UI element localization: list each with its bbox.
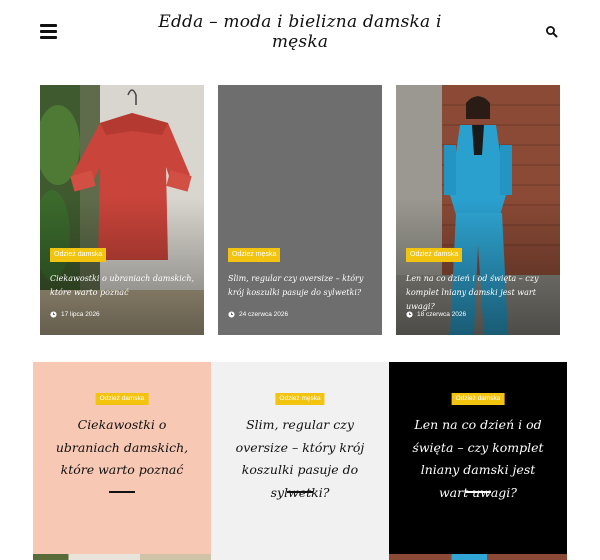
category-tag[interactable]: Odzież męska <box>275 393 325 405</box>
post-panel[interactable]: Odzież damska Ciekawostki o ubraniach da… <box>33 362 211 560</box>
post-panel[interactable]: Odzież damska Len na co dzień i od święt… <box>389 362 567 560</box>
card-date: 17 lipca 2026 <box>50 311 100 318</box>
date-text: 17 lipca 2026 <box>61 311 100 318</box>
card-title[interactable]: Slim, regular czy oversize – który krój … <box>228 272 374 300</box>
clock-icon <box>50 311 57 318</box>
featured-card[interactable]: Odzież damska Len na co dzień i od święt… <box>396 85 560 335</box>
category-tag[interactable]: Odzież damska <box>451 393 505 405</box>
category-tag[interactable]: Odzież damska <box>50 248 107 262</box>
site-header: Edda – moda i bielizna damska i męska <box>0 0 600 60</box>
hamburger-menu-icon[interactable] <box>40 24 57 39</box>
clock-icon <box>228 311 235 318</box>
category-tag[interactable]: Odzież męska <box>228 248 281 262</box>
card-date: 24 czerwca 2026 <box>228 311 288 318</box>
category-tag[interactable]: Odzież damska <box>406 248 463 262</box>
featured-card[interactable]: Odzież damska Ciekawostki o ubraniach da… <box>40 85 204 335</box>
panel-image-peek <box>389 554 567 560</box>
panel-title[interactable]: Ciekawostki o ubraniach damskich, które … <box>49 414 195 482</box>
search-icon[interactable] <box>545 24 559 38</box>
divider <box>109 491 135 493</box>
card-title[interactable]: Ciekawostki o ubraniach damskich, które … <box>50 272 196 300</box>
category-tag[interactable]: Odzież damska <box>95 393 149 405</box>
featured-card[interactable]: Odzież męska Slim, regular czy oversize … <box>218 85 382 335</box>
panel-image-peek <box>33 554 211 560</box>
divider <box>287 491 313 493</box>
date-text: 18 czerwca 2026 <box>417 311 467 318</box>
divider <box>465 491 491 493</box>
card-title[interactable]: Len na co dzień i od święta – czy komple… <box>406 272 552 314</box>
date-text: 24 czerwca 2026 <box>239 311 289 318</box>
card-date: 18 czerwca 2026 <box>406 311 466 318</box>
site-title[interactable]: Edda – moda i bielizna damska i męska <box>150 12 450 52</box>
post-panel[interactable]: Odzież męska Slim, regular czy oversize … <box>211 362 389 560</box>
clock-icon <box>406 311 413 318</box>
